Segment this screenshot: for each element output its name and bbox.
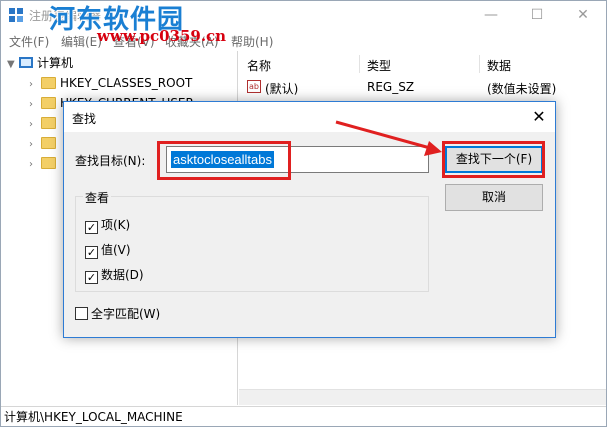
- tree-item-hklm[interactable]: ›: [29, 113, 60, 133]
- menu-help[interactable]: 帮助(H): [231, 33, 273, 50]
- tree-item-label: HKEY_CLASSES_ROOT: [60, 76, 193, 90]
- cancel-button[interactable]: 取消: [445, 184, 543, 211]
- folder-icon: [41, 77, 56, 89]
- checkbox-label: 值(V): [101, 243, 131, 257]
- close-button[interactable]: ✕: [560, 1, 606, 29]
- minimize-button[interactable]: —: [468, 1, 514, 29]
- folder-icon: [41, 157, 56, 169]
- value-name[interactable]: (默认): [265, 80, 298, 97]
- folder-icon: [41, 137, 56, 149]
- look-keys-option[interactable]: ✓ 项(K): [85, 218, 130, 234]
- expand-arrow-icon[interactable]: ›: [29, 155, 41, 175]
- watermark-url: www.pc0359.cn: [97, 27, 227, 45]
- tree-item-label: 计算机: [37, 56, 74, 70]
- folder-icon: [41, 117, 56, 129]
- expand-arrow-icon[interactable]: ›: [29, 115, 41, 135]
- value-type: REG_SZ: [367, 80, 415, 94]
- annotation-arrow-icon: [335, 120, 442, 156]
- checkbox-label: 项(K): [101, 218, 131, 232]
- dialog-close-icon[interactable]: ✕: [527, 106, 551, 128]
- collapse-arrow-icon[interactable]: ▼: [7, 55, 19, 75]
- column-separator[interactable]: [359, 55, 360, 73]
- find-what-label: 查找目标(N):: [75, 154, 146, 168]
- expand-arrow-icon[interactable]: ›: [29, 75, 41, 95]
- computer-icon: [19, 57, 33, 68]
- annotation-highlight-input: [157, 141, 291, 180]
- dialog-title: 查找: [72, 112, 97, 126]
- checkbox-checked-icon[interactable]: ✓: [85, 221, 98, 234]
- menu-file[interactable]: 文件(F): [9, 33, 49, 50]
- checkbox-label: 全字匹配(W): [91, 307, 161, 321]
- find-dialog: 查找 ✕ 查找目标(N): asktoclosealltabs 查找下一个(F)…: [63, 101, 556, 338]
- look-at-group-label: 查看: [83, 189, 112, 206]
- match-whole-string-option[interactable]: 全字匹配(W): [75, 307, 160, 321]
- maximize-button[interactable]: ☐: [514, 1, 560, 29]
- checkbox-unchecked-icon[interactable]: [75, 307, 88, 320]
- checkbox-label: 数据(D): [101, 268, 144, 282]
- folder-icon: [41, 97, 56, 109]
- column-separator[interactable]: [479, 55, 480, 73]
- column-header-name[interactable]: 名称: [247, 57, 271, 74]
- checkbox-checked-icon[interactable]: ✓: [85, 271, 98, 284]
- tree-item-hkcr[interactable]: › HKEY_CLASSES_ROOT: [29, 73, 192, 93]
- tree-item-computer[interactable]: ▼ 计算机: [7, 53, 73, 73]
- horizontal-scrollbar[interactable]: [239, 389, 606, 405]
- status-bar: 计算机\HKEY_LOCAL_MACHINE: [1, 406, 606, 426]
- value-data: (数值未设置): [487, 82, 557, 96]
- expand-arrow-icon[interactable]: ›: [29, 135, 41, 155]
- dialog-title-bar[interactable]: 查找 ✕: [64, 102, 555, 132]
- regedit-app-icon: [9, 8, 23, 22]
- string-value-icon: ab: [247, 80, 261, 93]
- column-header-data[interactable]: 数据: [487, 57, 511, 74]
- expand-arrow-icon[interactable]: ›: [29, 95, 41, 115]
- tree-item-hku[interactable]: ›: [29, 133, 60, 153]
- tree-item-hkcc[interactable]: ›: [29, 153, 60, 173]
- look-values-option[interactable]: ✓ 值(V): [85, 243, 131, 259]
- annotation-highlight-button: [442, 141, 545, 178]
- checkbox-checked-icon[interactable]: ✓: [85, 246, 98, 259]
- look-data-option[interactable]: ✓ 数据(D): [85, 268, 144, 284]
- column-header-type[interactable]: 类型: [367, 57, 391, 74]
